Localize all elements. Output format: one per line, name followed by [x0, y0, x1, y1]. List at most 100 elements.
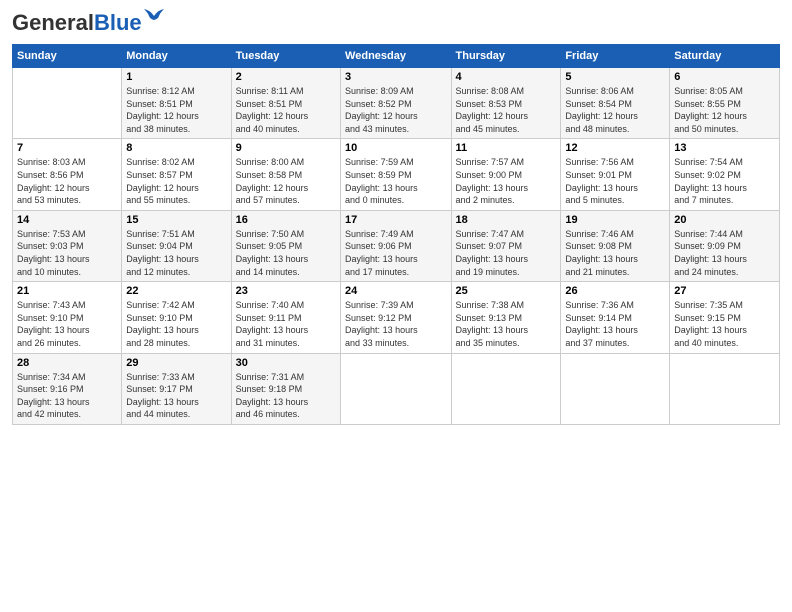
day-info: Sunrise: 8:11 AM Sunset: 8:51 PM Dayligh…	[236, 85, 336, 135]
day-number: 7	[17, 142, 117, 154]
day-number: 11	[456, 142, 557, 154]
day-info: Sunrise: 7:44 AM Sunset: 9:09 PM Dayligh…	[674, 228, 775, 278]
calendar-cell	[670, 353, 780, 424]
weekday-header: Saturday	[670, 45, 780, 68]
day-info: Sunrise: 7:46 AM Sunset: 9:08 PM Dayligh…	[565, 228, 665, 278]
calendar-cell: 27 Sunrise: 7:35 AM Sunset: 9:15 PM Dayli…	[670, 282, 780, 353]
day-info: Sunrise: 7:33 AM Sunset: 9:17 PM Dayligh…	[126, 371, 226, 421]
logo: GeneralBlue	[12, 10, 142, 36]
calendar-cell: 30 Sunrise: 7:31 AM Sunset: 9:18 PM Dayli…	[231, 353, 340, 424]
day-number: 12	[565, 142, 665, 154]
calendar-cell: 19Sunrise: 7:46 AM Sunset: 9:08 PM Dayli…	[561, 210, 670, 281]
calendar-cell: 16 Sunrise: 7:50 AM Sunset: 9:05 PM Dayli…	[231, 210, 340, 281]
day-number: 26	[565, 285, 665, 297]
calendar-cell	[561, 353, 670, 424]
calendar-cell: 15 Sunrise: 7:51 AM Sunset: 9:04 PM Dayli…	[122, 210, 231, 281]
day-info: Sunrise: 7:42 AM Sunset: 9:10 PM Dayligh…	[126, 299, 226, 349]
calendar-cell: 5 Sunrise: 8:06 AM Sunset: 8:54 PM Daylig…	[561, 68, 670, 139]
day-number: 21	[17, 285, 117, 297]
calendar-cell: 4Sunrise: 8:08 AM Sunset: 8:53 PM Daylig…	[451, 68, 561, 139]
day-info: Sunrise: 7:47 AM Sunset: 9:07 PM Dayligh…	[456, 228, 557, 278]
header: GeneralBlue	[12, 10, 780, 36]
calendar-cell: 18 Sunrise: 7:47 AM Sunset: 9:07 PM Dayli…	[451, 210, 561, 281]
day-info: Sunrise: 7:51 AM Sunset: 9:04 PM Dayligh…	[126, 228, 226, 278]
day-info: Sunrise: 7:39 AM Sunset: 9:12 PM Dayligh…	[345, 299, 446, 349]
day-number: 18	[456, 214, 557, 226]
day-number: 24	[345, 285, 446, 297]
weekday-header: Friday	[561, 45, 670, 68]
day-info: Sunrise: 7:36 AM Sunset: 9:14 PM Dayligh…	[565, 299, 665, 349]
day-info: Sunrise: 8:03 AM Sunset: 8:56 PM Dayligh…	[17, 156, 117, 206]
calendar-cell: 8 Sunrise: 8:02 AM Sunset: 8:57 PM Daylig…	[122, 139, 231, 210]
day-info: Sunrise: 7:59 AM Sunset: 8:59 PM Dayligh…	[345, 156, 446, 206]
calendar-cell: 28 Sunrise: 7:34 AM Sunset: 9:16 PM Dayli…	[13, 353, 122, 424]
calendar-cell: 2 Sunrise: 8:11 AM Sunset: 8:51 PM Daylig…	[231, 68, 340, 139]
calendar-cell: 21Sunrise: 7:43 AM Sunset: 9:10 PM Dayli…	[13, 282, 122, 353]
calendar-cell: 26 Sunrise: 7:36 AM Sunset: 9:14 PM Dayli…	[561, 282, 670, 353]
day-info: Sunrise: 7:35 AM Sunset: 9:15 PM Dayligh…	[674, 299, 775, 349]
calendar-table: SundayMondayTuesdayWednesdayThursdayFrid…	[12, 44, 780, 425]
day-number: 25	[456, 285, 557, 297]
calendar-cell: 29 Sunrise: 7:33 AM Sunset: 9:17 PM Dayli…	[122, 353, 231, 424]
day-number: 2	[236, 71, 336, 83]
weekday-header: Sunday	[13, 45, 122, 68]
header-row: SundayMondayTuesdayWednesdayThursdayFrid…	[13, 45, 780, 68]
day-number: 9	[236, 142, 336, 154]
day-number: 27	[674, 285, 775, 297]
calendar-cell: 11 Sunrise: 7:57 AM Sunset: 9:00 PM Dayli…	[451, 139, 561, 210]
calendar-cell	[341, 353, 451, 424]
day-number: 17	[345, 214, 446, 226]
calendar-cell: 9 Sunrise: 8:00 AM Sunset: 8:58 PM Daylig…	[231, 139, 340, 210]
calendar-cell: 7 Sunrise: 8:03 AM Sunset: 8:56 PM Daylig…	[13, 139, 122, 210]
calendar-cell: 10 Sunrise: 7:59 AM Sunset: 8:59 PM Dayli…	[341, 139, 451, 210]
day-info: Sunrise: 7:34 AM Sunset: 9:16 PM Dayligh…	[17, 371, 117, 421]
calendar-cell: 20 Sunrise: 7:44 AM Sunset: 9:09 PM Dayli…	[670, 210, 780, 281]
day-number: 23	[236, 285, 336, 297]
day-info: Sunrise: 7:40 AM Sunset: 9:11 PM Dayligh…	[236, 299, 336, 349]
day-info: Sunrise: 8:12 AM Sunset: 8:51 PM Dayligh…	[126, 85, 226, 135]
calendar-cell: 6 Sunrise: 8:05 AM Sunset: 8:55 PM Daylig…	[670, 68, 780, 139]
day-number: 13	[674, 142, 775, 154]
day-number: 14	[17, 214, 117, 226]
day-number: 28	[17, 357, 117, 369]
weekday-header: Monday	[122, 45, 231, 68]
weekday-header: Tuesday	[231, 45, 340, 68]
calendar-week-row: 1 Sunrise: 8:12 AM Sunset: 8:51 PM Daylig…	[13, 68, 780, 139]
weekday-header: Thursday	[451, 45, 561, 68]
day-number: 22	[126, 285, 226, 297]
calendar-cell: 25 Sunrise: 7:38 AM Sunset: 9:13 PM Dayli…	[451, 282, 561, 353]
weekday-header: Wednesday	[341, 45, 451, 68]
day-info: Sunrise: 7:38 AM Sunset: 9:13 PM Dayligh…	[456, 299, 557, 349]
calendar-cell: 1 Sunrise: 8:12 AM Sunset: 8:51 PM Daylig…	[122, 68, 231, 139]
calendar-cell: 12Sunrise: 7:56 AM Sunset: 9:01 PM Dayli…	[561, 139, 670, 210]
day-info: Sunrise: 8:06 AM Sunset: 8:54 PM Dayligh…	[565, 85, 665, 135]
calendar-cell: 3Sunrise: 8:09 AM Sunset: 8:52 PM Daylig…	[341, 68, 451, 139]
day-info: Sunrise: 8:05 AM Sunset: 8:55 PM Dayligh…	[674, 85, 775, 135]
calendar-week-row: 28 Sunrise: 7:34 AM Sunset: 9:16 PM Dayli…	[13, 353, 780, 424]
day-number: 6	[674, 71, 775, 83]
day-number: 15	[126, 214, 226, 226]
day-number: 20	[674, 214, 775, 226]
calendar-week-row: 14 Sunrise: 7:53 AM Sunset: 9:03 PM Dayli…	[13, 210, 780, 281]
day-info: Sunrise: 7:50 AM Sunset: 9:05 PM Dayligh…	[236, 228, 336, 278]
logo-bird-icon	[144, 8, 164, 24]
day-number: 30	[236, 357, 336, 369]
day-number: 5	[565, 71, 665, 83]
day-info: Sunrise: 7:31 AM Sunset: 9:18 PM Dayligh…	[236, 371, 336, 421]
day-info: Sunrise: 7:53 AM Sunset: 9:03 PM Dayligh…	[17, 228, 117, 278]
day-number: 1	[126, 71, 226, 83]
day-info: Sunrise: 7:49 AM Sunset: 9:06 PM Dayligh…	[345, 228, 446, 278]
day-info: Sunrise: 7:57 AM Sunset: 9:00 PM Dayligh…	[456, 156, 557, 206]
day-info: Sunrise: 7:54 AM Sunset: 9:02 PM Dayligh…	[674, 156, 775, 206]
day-number: 8	[126, 142, 226, 154]
day-info: Sunrise: 8:02 AM Sunset: 8:57 PM Dayligh…	[126, 156, 226, 206]
day-number: 16	[236, 214, 336, 226]
calendar-cell: 23 Sunrise: 7:40 AM Sunset: 9:11 PM Dayli…	[231, 282, 340, 353]
calendar-week-row: 7 Sunrise: 8:03 AM Sunset: 8:56 PM Daylig…	[13, 139, 780, 210]
day-info: Sunrise: 8:00 AM Sunset: 8:58 PM Dayligh…	[236, 156, 336, 206]
calendar-week-row: 21Sunrise: 7:43 AM Sunset: 9:10 PM Dayli…	[13, 282, 780, 353]
day-number: 29	[126, 357, 226, 369]
day-number: 10	[345, 142, 446, 154]
day-number: 4	[456, 71, 557, 83]
logo-text: GeneralBlue	[12, 10, 142, 35]
